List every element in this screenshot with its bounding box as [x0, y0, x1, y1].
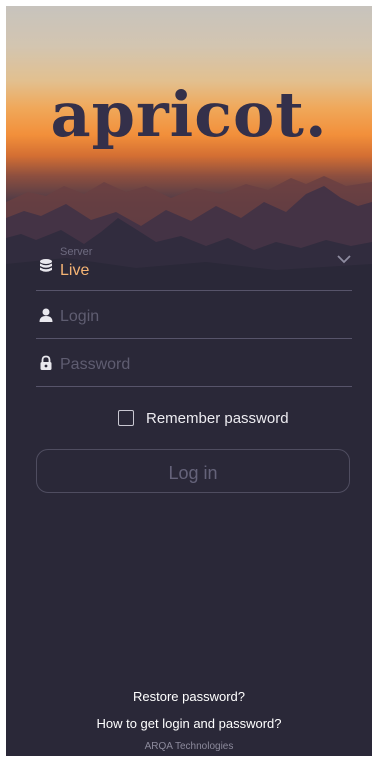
database-icon	[40, 259, 52, 272]
login-placeholder: Login	[60, 308, 100, 325]
server-select[interactable]: Server Live	[36, 242, 352, 291]
remember-checkbox[interactable]	[118, 410, 134, 426]
remember-label: Remember password	[146, 410, 289, 427]
login-button[interactable]: Log in	[36, 449, 350, 493]
password-placeholder: Password	[60, 356, 131, 373]
app-logo: apricot.	[50, 78, 328, 151]
server-caption: Server	[60, 246, 93, 258]
user-icon	[39, 308, 53, 322]
how-to-get-login-link[interactable]: How to get login and password?	[6, 716, 372, 731]
chevron-down-icon[interactable]	[336, 254, 352, 264]
login-field[interactable]: Login	[36, 290, 352, 339]
password-field[interactable]: Password	[36, 338, 352, 387]
server-value: Live	[60, 262, 90, 279]
lock-icon	[40, 355, 52, 370]
login-screen: apricot. Server Live Login Password Reme…	[6, 6, 372, 756]
restore-password-link[interactable]: Restore password?	[6, 689, 372, 704]
company-label: ARQA Technologies	[144, 741, 234, 752]
